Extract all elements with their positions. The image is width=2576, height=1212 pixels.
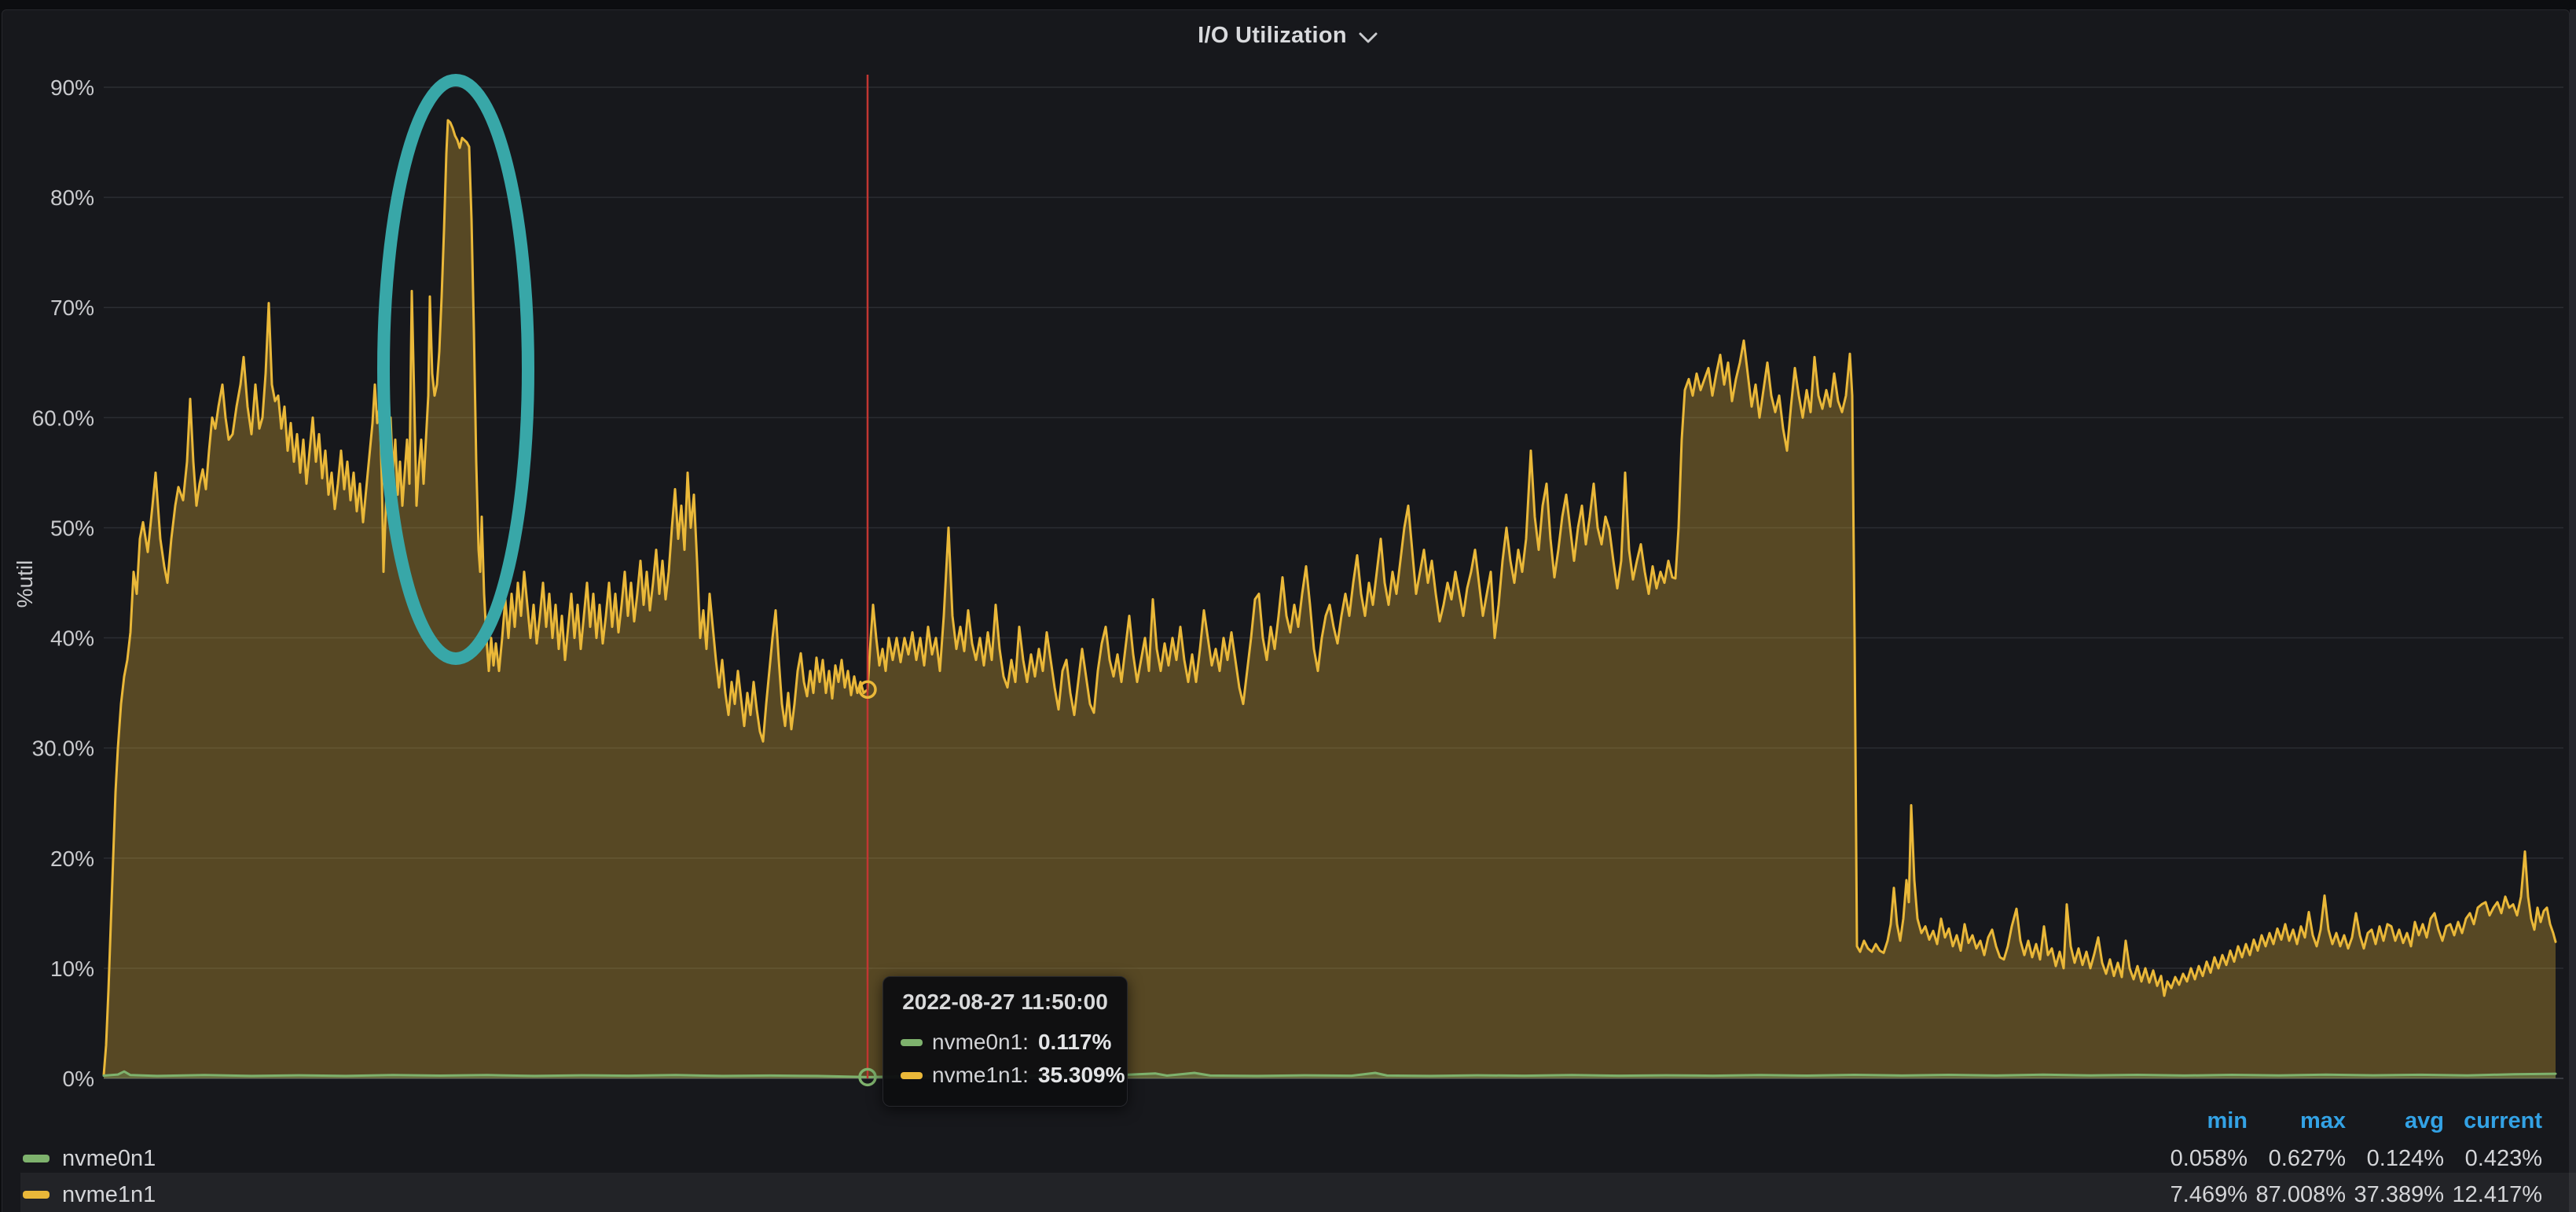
legend-header-current[interactable]: current [2444, 1108, 2542, 1134]
tooltip-series-value: 0.117% [1038, 1030, 1111, 1055]
legend-values-nvme0n1: 0.058% 0.627% 0.124% 0.423% [2149, 1141, 2542, 1176]
legend-swatch-nvme0n1[interactable] [23, 1155, 50, 1162]
tooltip-row: nvme1n1: 35.309% [901, 1059, 1110, 1092]
tooltip-timestamp: 2022-08-27 11:50:00 [901, 990, 1110, 1015]
stat-current: 12.417% [2444, 1182, 2542, 1208]
legend-header-avg[interactable]: avg [2346, 1108, 2444, 1134]
tooltip-series-label: nvme1n1: [932, 1063, 1029, 1088]
stat-min: 0.058% [2149, 1146, 2248, 1172]
y-tick-label: 20% [50, 847, 94, 871]
y-tick-label: 50% [50, 516, 94, 540]
y-tick-label: 80% [50, 185, 94, 210]
legend-series-name[interactable]: nvme1n1 [62, 1182, 156, 1208]
y-tick-label: 0% [63, 1067, 94, 1091]
legend-header-max[interactable]: max [2248, 1108, 2346, 1134]
tooltip-row: nvme0n1: 0.117% [901, 1026, 1110, 1059]
legend-values-nvme1n1: 7.469% 87.008% 37.389% 12.417% [2149, 1177, 2542, 1212]
series-swatch-nvme1n1 [901, 1072, 923, 1079]
y-tick-label: 30.0% [32, 736, 94, 761]
y-tick-label: 60.0% [32, 406, 94, 430]
y-tick-label: 40% [50, 626, 94, 651]
legend-item-nvme1n1[interactable]: nvme1n1 [23, 1177, 156, 1212]
legend-header-row: min max avg current [2149, 1104, 2542, 1138]
stat-current: 0.423% [2444, 1146, 2542, 1172]
chart-canvas[interactable]: 0% 10% 20% 30.0% 40% 50% 60.0% 70% 80% 90% [0, 0, 2576, 1212]
legend-item-nvme0n1[interactable]: nvme0n1 [23, 1141, 156, 1176]
tooltip-series-label: nvme0n1: [932, 1030, 1029, 1055]
y-tick-label: 10% [50, 957, 94, 981]
legend-header-min[interactable]: min [2149, 1108, 2248, 1134]
stat-max: 87.008% [2248, 1182, 2346, 1208]
tooltip-series-value: 35.309% [1038, 1063, 1125, 1088]
y-tick-label: 90% [50, 75, 94, 100]
stat-avg: 0.124% [2346, 1146, 2444, 1172]
legend-series-name[interactable]: nvme0n1 [62, 1146, 156, 1172]
stat-min: 7.469% [2149, 1182, 2248, 1208]
series-swatch-nvme0n1 [901, 1039, 923, 1046]
chart-tooltip: 2022-08-27 11:50:00 nvme0n1: 0.117% nvme… [883, 976, 1128, 1107]
legend-swatch-nvme1n1[interactable] [23, 1191, 50, 1199]
stat-max: 0.627% [2248, 1146, 2346, 1172]
y-tick-label: 70% [50, 296, 94, 320]
series-nvme1n1 [104, 120, 2556, 1078]
stat-avg: 37.389% [2346, 1182, 2444, 1208]
